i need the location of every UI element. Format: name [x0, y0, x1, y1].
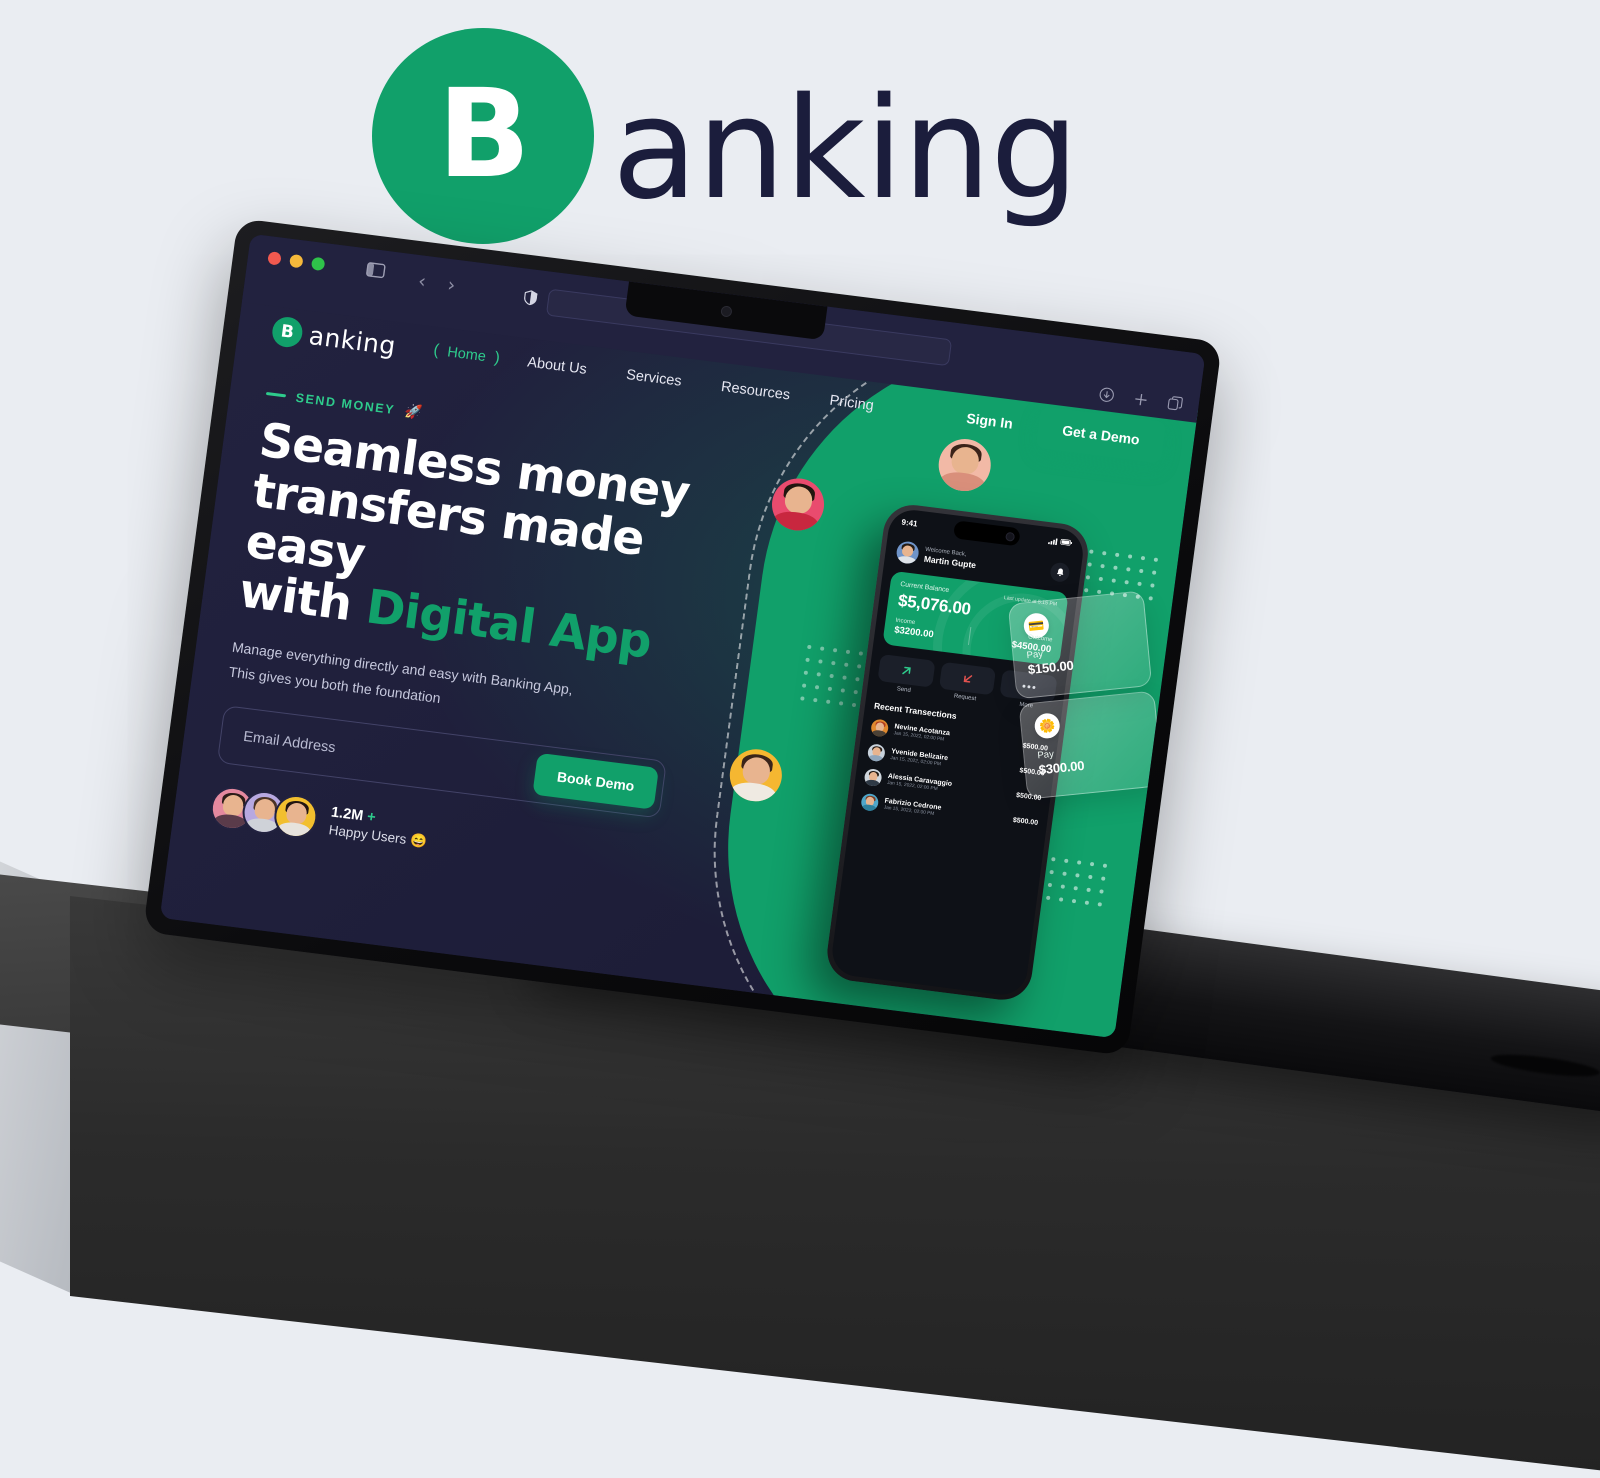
transaction-info: Fabrizio Cedrone Jan 15, 2022, 02:00 PM: [883, 798, 941, 818]
quick-action-send[interactable]: Send: [876, 654, 936, 697]
site-logo-mark: B: [270, 315, 305, 349]
hero-title: Seamless money transfers made easy with …: [236, 413, 739, 677]
sidebar-toggle-icon[interactable]: [365, 262, 386, 284]
browser-nav-arrows: ‹ ›: [417, 270, 457, 296]
bell-icon[interactable]: [1049, 561, 1071, 583]
transaction-info: Yvenide Belizaire Jan 15, 2022, 02:00 PM: [890, 748, 948, 768]
new-tab-icon[interactable]: [1132, 391, 1148, 412]
battery-icon: [1060, 538, 1073, 546]
minimize-window-button[interactable]: [288, 253, 304, 269]
front-camera-icon: [1005, 531, 1016, 542]
forward-button[interactable]: ›: [446, 274, 456, 297]
transaction-amount: $500.00: [1012, 816, 1039, 827]
nav-item-about-us[interactable]: About Us: [505, 344, 608, 388]
tab-overview-icon[interactable]: [1166, 395, 1184, 417]
nav-item-home[interactable]: Home: [423, 334, 509, 376]
phone-time: 9:41: [901, 517, 919, 529]
social-proof-text: 1.2M + Happy Users 😄: [328, 804, 430, 850]
maximize-window-button[interactable]: [310, 256, 326, 272]
income-block: Income $3200.00: [894, 618, 970, 645]
eyebrow-label: SEND MONEY: [294, 390, 396, 417]
laptop-screen: ‹ › B anking (Home) About Us Services …: [159, 233, 1206, 1039]
nav-item-pricing[interactable]: Pricing: [808, 382, 896, 424]
happy-users-plus: +: [366, 808, 377, 826]
avatar: [870, 718, 890, 738]
avatar: [866, 743, 886, 763]
avatar: [860, 792, 880, 812]
shield-icon[interactable]: [523, 289, 539, 310]
close-window-button[interactable]: [267, 251, 282, 266]
arrow-up-right-icon: [877, 654, 936, 688]
quick-action-request[interactable]: Request: [937, 661, 997, 705]
nav-item-resources[interactable]: Resources: [699, 369, 812, 414]
window-traffic-lights: [267, 251, 326, 272]
arrow-down-left-icon: [938, 661, 997, 696]
transaction-info: Nevine Acotanza Jan 15, 2022, 02:00 PM: [893, 723, 950, 743]
download-icon[interactable]: [1098, 386, 1116, 408]
email-input[interactable]: [240, 727, 537, 783]
phone-status-icons: [1048, 537, 1073, 547]
transaction-info: Alessia Caravaggio Jan 15, 2022, 02:00 P…: [887, 773, 953, 794]
pay-card[interactable]: 🌼 Pay $300.00: [1018, 690, 1164, 800]
phone-user-text: Welcome Back, Martin Gupte: [923, 546, 977, 569]
signal-icon: [1048, 537, 1058, 545]
laptop-base-foot: [1489, 1050, 1600, 1081]
avatar: [863, 768, 883, 787]
laptop-mockup: ‹ › B anking (Home) About Us Services …: [142, 150, 1600, 1116]
site-logo[interactable]: B anking: [270, 315, 398, 361]
smile-emoji-icon: 😄: [409, 832, 428, 849]
eyebrow-dash: [265, 391, 287, 398]
hero-left-column: SEND MONEY 🚀 Seamless money transfers ma…: [198, 385, 743, 961]
flower-icon: 🌼: [1033, 712, 1061, 740]
hero-right-column: 9:41 Welcome Back, Martin Gupte Current …: [675, 435, 1186, 1016]
back-button[interactable]: ‹: [417, 270, 427, 293]
sign-in-link[interactable]: Sign In: [965, 410, 1013, 432]
webcam-icon: [719, 304, 733, 318]
nav-item-services[interactable]: Services: [604, 357, 703, 401]
laptop-lid: ‹ › B anking (Home) About Us Services …: [142, 218, 1223, 1057]
floating-avatar: [768, 475, 828, 534]
avatar: [895, 540, 921, 565]
dynamic-island: [952, 520, 1021, 547]
rocket-icon: 🚀: [404, 402, 424, 421]
happy-users-avatar-stack: [208, 784, 321, 841]
site-logo-text: anking: [307, 320, 398, 361]
happy-users-number: 1.2M: [330, 803, 365, 824]
avatar: [271, 792, 321, 841]
floating-avatar: [726, 746, 786, 805]
book-demo-button[interactable]: Book Demo: [532, 752, 659, 810]
